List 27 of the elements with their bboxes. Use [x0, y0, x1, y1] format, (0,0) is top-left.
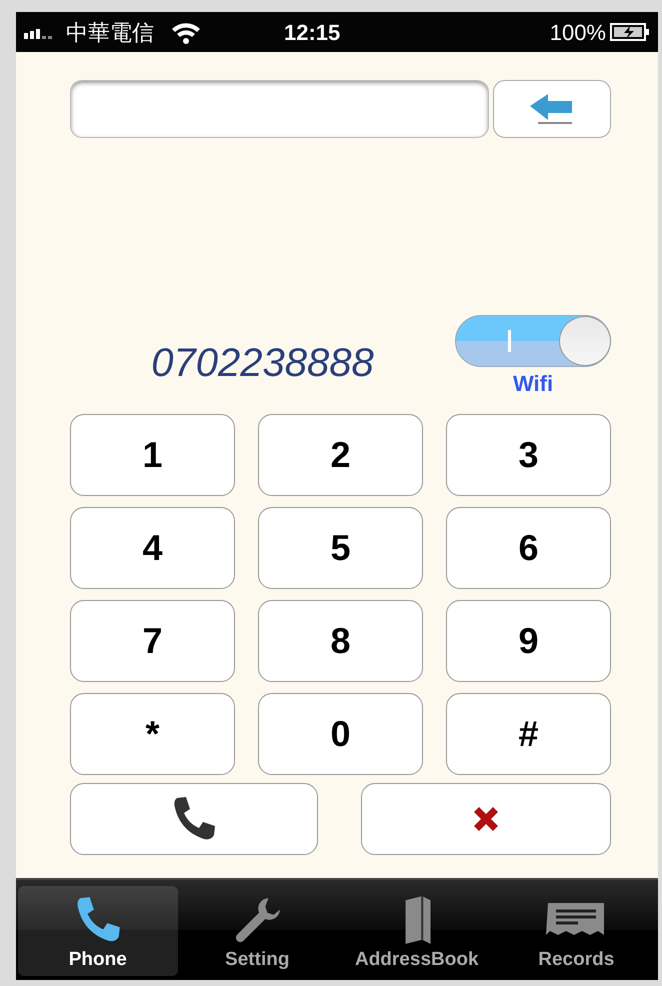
- keypad-key[interactable]: 3: [446, 414, 611, 496]
- carrier-name: 中華電信: [66, 18, 154, 46]
- tab-bar-item[interactable]: Setting: [178, 886, 337, 976]
- clear-button[interactable]: [361, 783, 611, 855]
- keypad-key[interactable]: 5: [258, 507, 423, 589]
- keypad-key[interactable]: 1: [70, 414, 235, 496]
- battery-percent: 100%: [550, 18, 606, 46]
- backspace-button[interactable]: [493, 80, 611, 138]
- tab-bar-item[interactable]: AddressBook: [337, 886, 496, 976]
- battery-icon: [610, 22, 650, 42]
- number-input-field[interactable]: [70, 80, 489, 138]
- keypad-key[interactable]: *: [70, 693, 235, 775]
- tab-bar-item[interactable]: Phone: [18, 886, 178, 976]
- keypad-key[interactable]: 2: [258, 414, 423, 496]
- keypad-key[interactable]: 8: [258, 600, 423, 682]
- keypad-key[interactable]: 6: [446, 507, 611, 589]
- keypad-key[interactable]: 9: [446, 600, 611, 682]
- keypad-key[interactable]: 4: [70, 507, 235, 589]
- call-button[interactable]: [70, 783, 318, 855]
- tab-bar-item[interactable]: Records: [496, 886, 656, 976]
- keypad-key[interactable]: 7: [70, 600, 235, 682]
- keypad-key[interactable]: 0: [258, 693, 423, 775]
- wifi-label: Wifi: [512, 370, 554, 398]
- dialed-number: 0702238888: [151, 340, 374, 387]
- wifi-toggle[interactable]: [455, 315, 611, 367]
- clock-time: 12:15: [284, 18, 340, 46]
- keypad-key[interactable]: #: [446, 693, 611, 775]
